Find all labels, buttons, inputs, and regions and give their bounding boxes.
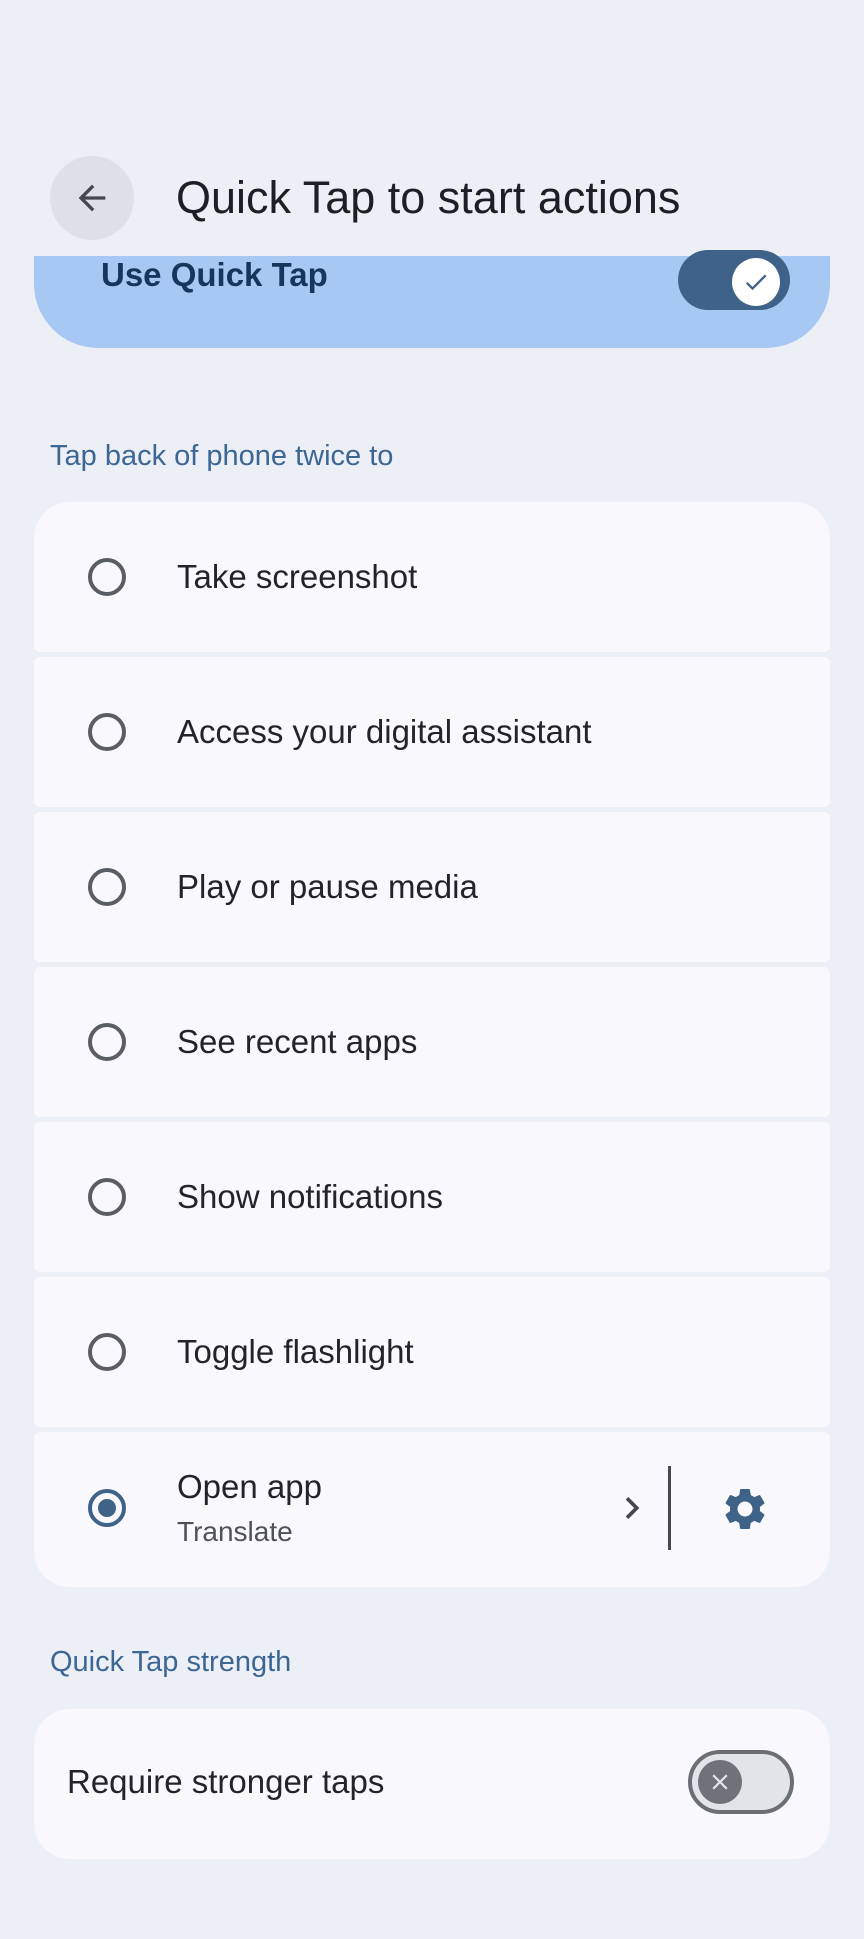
radio-button[interactable] [88, 1023, 126, 1061]
gear-icon[interactable] [720, 1484, 770, 1534]
page-title: Quick Tap to start actions [176, 172, 681, 223]
switch-thumb [732, 258, 780, 306]
option-open-app[interactable]: Open app Translate [34, 1432, 830, 1587]
option-play-pause-media[interactable]: Play or pause media [34, 812, 830, 962]
back-button[interactable] [50, 156, 134, 240]
close-icon [712, 1774, 728, 1790]
option-label: Play or pause media [177, 868, 478, 905]
option-take-screenshot[interactable]: Take screenshot [34, 502, 830, 652]
require-stronger-taps-label: Require stronger taps [67, 1763, 385, 1800]
option-label: Toggle flashlight [177, 1333, 414, 1370]
radio-button[interactable] [88, 558, 126, 596]
option-label: Take screenshot [177, 558, 418, 595]
switch-thumb [698, 1760, 742, 1804]
arrow-back-icon [78, 184, 106, 212]
option-digital-assistant[interactable]: Access your digital assistant [34, 657, 830, 807]
radio-button[interactable] [88, 1333, 126, 1371]
radio-button[interactable] [88, 713, 126, 751]
section-header-strength: Quick Tap strength [50, 1646, 292, 1678]
require-stronger-taps-card[interactable]: Require stronger taps [34, 1709, 830, 1859]
option-label: Access your digital assistant [177, 713, 592, 750]
section-header-actions: Tap back of phone twice to [50, 440, 394, 472]
radio-button-selected[interactable] [88, 1489, 126, 1527]
vertical-divider [668, 1466, 671, 1550]
check-icon [745, 274, 767, 291]
require-stronger-taps-switch[interactable] [688, 1750, 794, 1814]
option-show-notifications[interactable]: Show notifications [34, 1122, 830, 1272]
use-quick-tap-card[interactable]: Use Quick Tap [34, 250, 830, 348]
chevron-right-icon[interactable] [610, 1486, 654, 1530]
option-label: See recent apps [177, 1023, 418, 1060]
radio-button[interactable] [88, 1178, 126, 1216]
option-sublabel: Translate [177, 1516, 293, 1547]
radio-button[interactable] [88, 868, 126, 906]
option-label: Open app [177, 1468, 322, 1505]
option-recent-apps[interactable]: See recent apps [34, 967, 830, 1117]
option-label: Show notifications [177, 1178, 443, 1215]
option-toggle-flashlight[interactable]: Toggle flashlight [34, 1277, 830, 1427]
use-quick-tap-label: Use Quick Tap [101, 256, 328, 293]
app-bar: Quick Tap to start actions [0, 150, 864, 244]
use-quick-tap-switch[interactable] [678, 250, 790, 310]
